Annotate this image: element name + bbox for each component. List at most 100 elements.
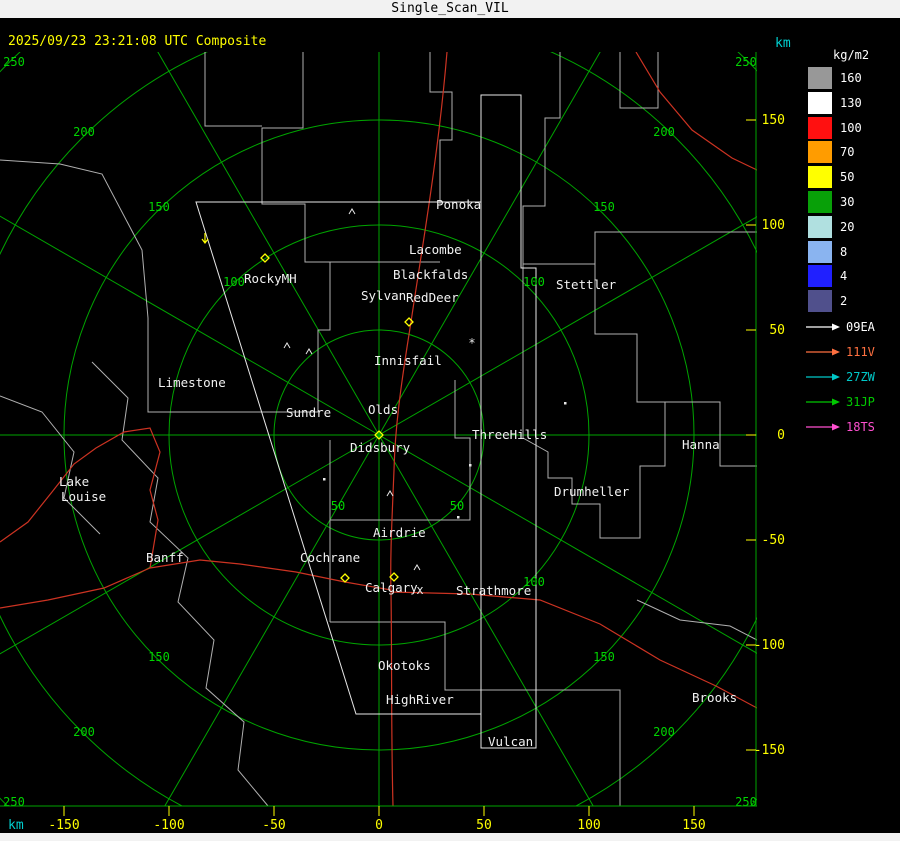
- city-label-calgary: Calgary: [365, 580, 418, 595]
- city-label-rockymh: RockyMH: [244, 271, 297, 286]
- city-label-lake: Lake: [59, 474, 89, 489]
- colorbar-swatch: [808, 265, 832, 288]
- range-label: 150: [148, 650, 170, 664]
- colorbar-swatch: [808, 290, 832, 313]
- radar-arrow-icon: [806, 323, 840, 331]
- axis-tick-label: -50: [762, 533, 785, 548]
- radar-site-18TS[interactable]: 18TS: [806, 420, 875, 434]
- axis-tick-label: 100: [762, 218, 785, 233]
- axis-tick-label: -100: [754, 638, 785, 653]
- city-label-innisfail: Innisfail: [374, 353, 442, 368]
- map-marker-caret: [413, 564, 421, 571]
- colorbar-entry: 70: [808, 141, 855, 164]
- colorbar-value: 100: [840, 120, 862, 135]
- colorbar-swatch: [808, 116, 832, 139]
- range-label: 200: [653, 725, 675, 739]
- colorbar-value: 70: [840, 145, 855, 160]
- azimuth-line: [157, 52, 380, 436]
- colorbar-value: 160: [840, 71, 862, 85]
- city-label-louise: Louise: [61, 489, 106, 504]
- city-label-blackfalds: Blackfalds: [393, 267, 468, 282]
- colorbar-entry: 8: [808, 240, 848, 263]
- map-marker-dot: [564, 402, 567, 405]
- colorbar-entry: 20: [808, 215, 855, 238]
- map-marker-caret: [305, 348, 313, 355]
- radar-site-31JP[interactable]: 31JP: [806, 395, 875, 409]
- colorbar-swatch: [808, 240, 832, 263]
- city-label-stettler: Stettler: [556, 277, 617, 292]
- radar-site-label: 27ZW: [846, 370, 875, 384]
- radar-site-label: 09EA: [846, 320, 875, 334]
- radar-arrow-icon: [806, 348, 840, 356]
- city-label-brooks: Brooks: [692, 690, 737, 705]
- colorbar-entry: 130: [808, 91, 862, 114]
- range-label: 150: [593, 200, 615, 214]
- range-label: 250: [3, 795, 25, 809]
- city-label-highriver: HighRiver: [386, 692, 454, 707]
- radar-site-27ZW[interactable]: 27ZW: [806, 370, 875, 384]
- radar-site-label: 111V: [846, 345, 875, 359]
- colorbar-swatch: [808, 141, 832, 164]
- radar-viewer-window: Single_Scan_VIL 2025/09/23 23:21:08 UTC …: [0, 0, 900, 841]
- range-label: 200: [653, 125, 675, 139]
- colorbar-value: 50: [840, 170, 855, 185]
- range-label: 250: [3, 55, 25, 69]
- range-label: 250: [735, 55, 757, 69]
- map-marker-star: *: [468, 336, 475, 350]
- city-label-limestone: Limestone: [158, 375, 226, 390]
- radar-site-09EA[interactable]: 09EA: [806, 320, 875, 334]
- city-label-banff: Banff: [146, 550, 184, 565]
- colorbar-swatch: [808, 166, 832, 189]
- map-marker-dot: [469, 464, 472, 467]
- colorbar-swatch: [808, 191, 832, 213]
- axis-tick-label: 150: [682, 818, 705, 833]
- radar-arrow-icon: [806, 423, 840, 431]
- radar-map[interactable]: 25020015010025020015010050 50100150200250…: [0, 0, 900, 841]
- radar-arrow-icon: [806, 373, 840, 381]
- colorbar-value: 2: [840, 294, 848, 309]
- colorbar-entry: 50: [808, 166, 855, 189]
- colorbar-value: 8: [840, 244, 848, 259]
- city-label-threehills: ThreeHills: [472, 427, 547, 442]
- range-label: 50: [331, 499, 345, 513]
- city-labels: Ponoka Lacombe Blackfalds Sylvan RedDeer Rock…: [59, 197, 737, 749]
- colorbar-value: 30: [840, 195, 855, 209]
- colorbar-value: 130: [840, 95, 862, 110]
- colorbar-unit-label: kg/m2: [833, 48, 870, 62]
- range-label: 150: [148, 200, 170, 214]
- city-label-didsbury: Didsbury: [350, 440, 411, 455]
- city-label-olds: Olds: [368, 402, 398, 417]
- colorbar-entry: 160: [808, 67, 862, 89]
- azimuth-line: [378, 52, 601, 436]
- axis-tick-label: 100: [577, 818, 600, 833]
- range-label: 50: [450, 499, 464, 513]
- city-label-ponoka: Ponoka: [436, 197, 481, 212]
- city-label-hanna: Hanna: [682, 437, 720, 452]
- axis-tick-label: -150: [754, 743, 785, 758]
- radar-site-label: 31JP: [846, 395, 875, 409]
- range-label: 100: [223, 275, 245, 289]
- city-label-strathmore: Strathmore: [456, 583, 531, 598]
- colorbar-value: 20: [840, 219, 855, 234]
- azimuth-line: [0, 434, 380, 655]
- city-label-sylvan: Sylvan: [361, 288, 406, 303]
- scan-area-outline: [195, 94, 537, 749]
- radar-arrow-icon: [806, 398, 840, 406]
- map-marker-caret: [386, 490, 394, 497]
- city-label-okotoks: Okotoks: [378, 658, 431, 673]
- colorbar-entry: 2: [808, 290, 848, 313]
- radar-site-111V[interactable]: 111V: [806, 345, 875, 359]
- range-label: 100: [523, 275, 545, 289]
- range-label: 200: [73, 725, 95, 739]
- colorbar-value: 4: [840, 269, 848, 284]
- radar-site-label: 18TS: [846, 420, 875, 434]
- city-label-vulcan: Vulcan: [488, 734, 533, 749]
- colorbar-entry: 30: [808, 191, 854, 213]
- azimuth-line: [378, 434, 757, 654]
- map-marker-caret: [348, 208, 356, 215]
- bottom-statusbar: [0, 833, 900, 841]
- colorbar-swatch: [808, 67, 832, 89]
- azimuth-line: [0, 215, 380, 436]
- unit-km-bottom: km: [8, 818, 24, 833]
- range-ring: [0, 52, 757, 806]
